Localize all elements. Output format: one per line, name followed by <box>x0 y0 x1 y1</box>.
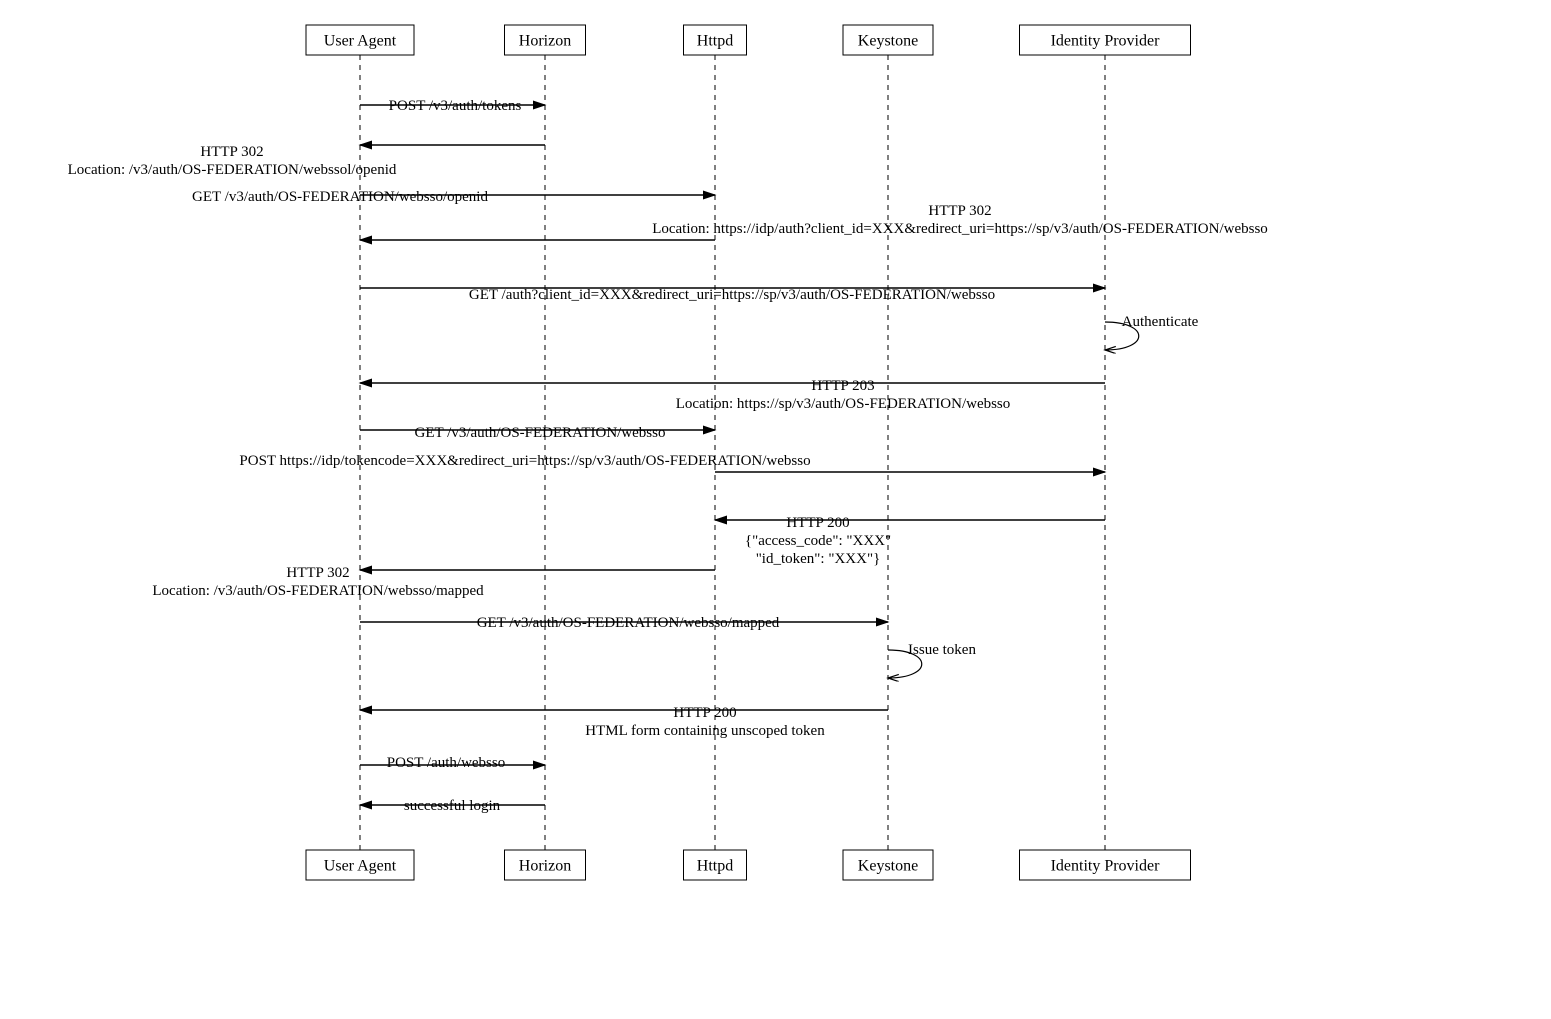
actor-label-horizon: Horizon <box>519 33 571 50</box>
actor-label-keystone: Keystone <box>858 33 918 50</box>
message-label-15: successful login <box>404 798 501 814</box>
message-label-13-0: HTTP 200 <box>673 705 736 721</box>
actor-label-idp: Identity Provider <box>1051 858 1161 875</box>
message-label-10-0: HTTP 302 <box>286 565 349 581</box>
message-label-8: POST https://idp/tokencode=XXX&redirect_… <box>239 453 810 469</box>
message-label-3-1: Location: https://idp/auth?client_id=XXX… <box>652 221 1268 237</box>
message-label-12: Issue token <box>908 642 976 658</box>
actor-label-idp: Identity Provider <box>1051 33 1161 50</box>
message-label-10-1: Location: /v3/auth/OS-FEDERATION/websso/… <box>152 583 484 599</box>
message-label-1-1: Location: /v3/auth/OS-FEDERATION/webssol… <box>68 162 397 178</box>
message-label-6-1: Location: https://sp/v3/auth/OS-FEDERATI… <box>676 396 1011 412</box>
actor-label-httpd: Httpd <box>697 858 733 875</box>
message-label-7: GET /v3/auth/OS-FEDERATION/websso <box>415 425 666 441</box>
actor-label-user_agent: User Agent <box>324 33 397 50</box>
message-label-5: Authenticate <box>1122 314 1199 330</box>
message-label-14: POST /auth/websso <box>387 755 505 771</box>
message-label-13-1: HTML form containing unscoped token <box>585 723 825 739</box>
message-label-9-1: {"access_code": "XXX" <box>745 533 891 549</box>
actor-label-httpd: Httpd <box>697 33 733 50</box>
message-label-2: GET /v3/auth/OS-FEDERATION/websso/openid <box>192 189 488 205</box>
message-label-1-0: HTTP 302 <box>200 144 263 160</box>
actor-label-horizon: Horizon <box>519 858 571 875</box>
message-label-9-0: HTTP 200 <box>786 515 849 531</box>
message-label-3-0: HTTP 302 <box>928 203 991 219</box>
message-label-9-2: "id_token": "XXX"} <box>756 551 881 567</box>
actor-label-user_agent: User Agent <box>324 858 397 875</box>
message-label-11: GET /v3/auth/OS-FEDERATION/websso/mapped <box>477 615 780 631</box>
actor-label-keystone: Keystone <box>858 858 918 875</box>
message-label-4: GET /auth?client_id=XXX&redirect_uri=htt… <box>469 287 995 303</box>
message-label-0: POST /v3/auth/tokens <box>389 98 522 114</box>
message-label-6-0: HTTP 203 <box>811 378 874 394</box>
